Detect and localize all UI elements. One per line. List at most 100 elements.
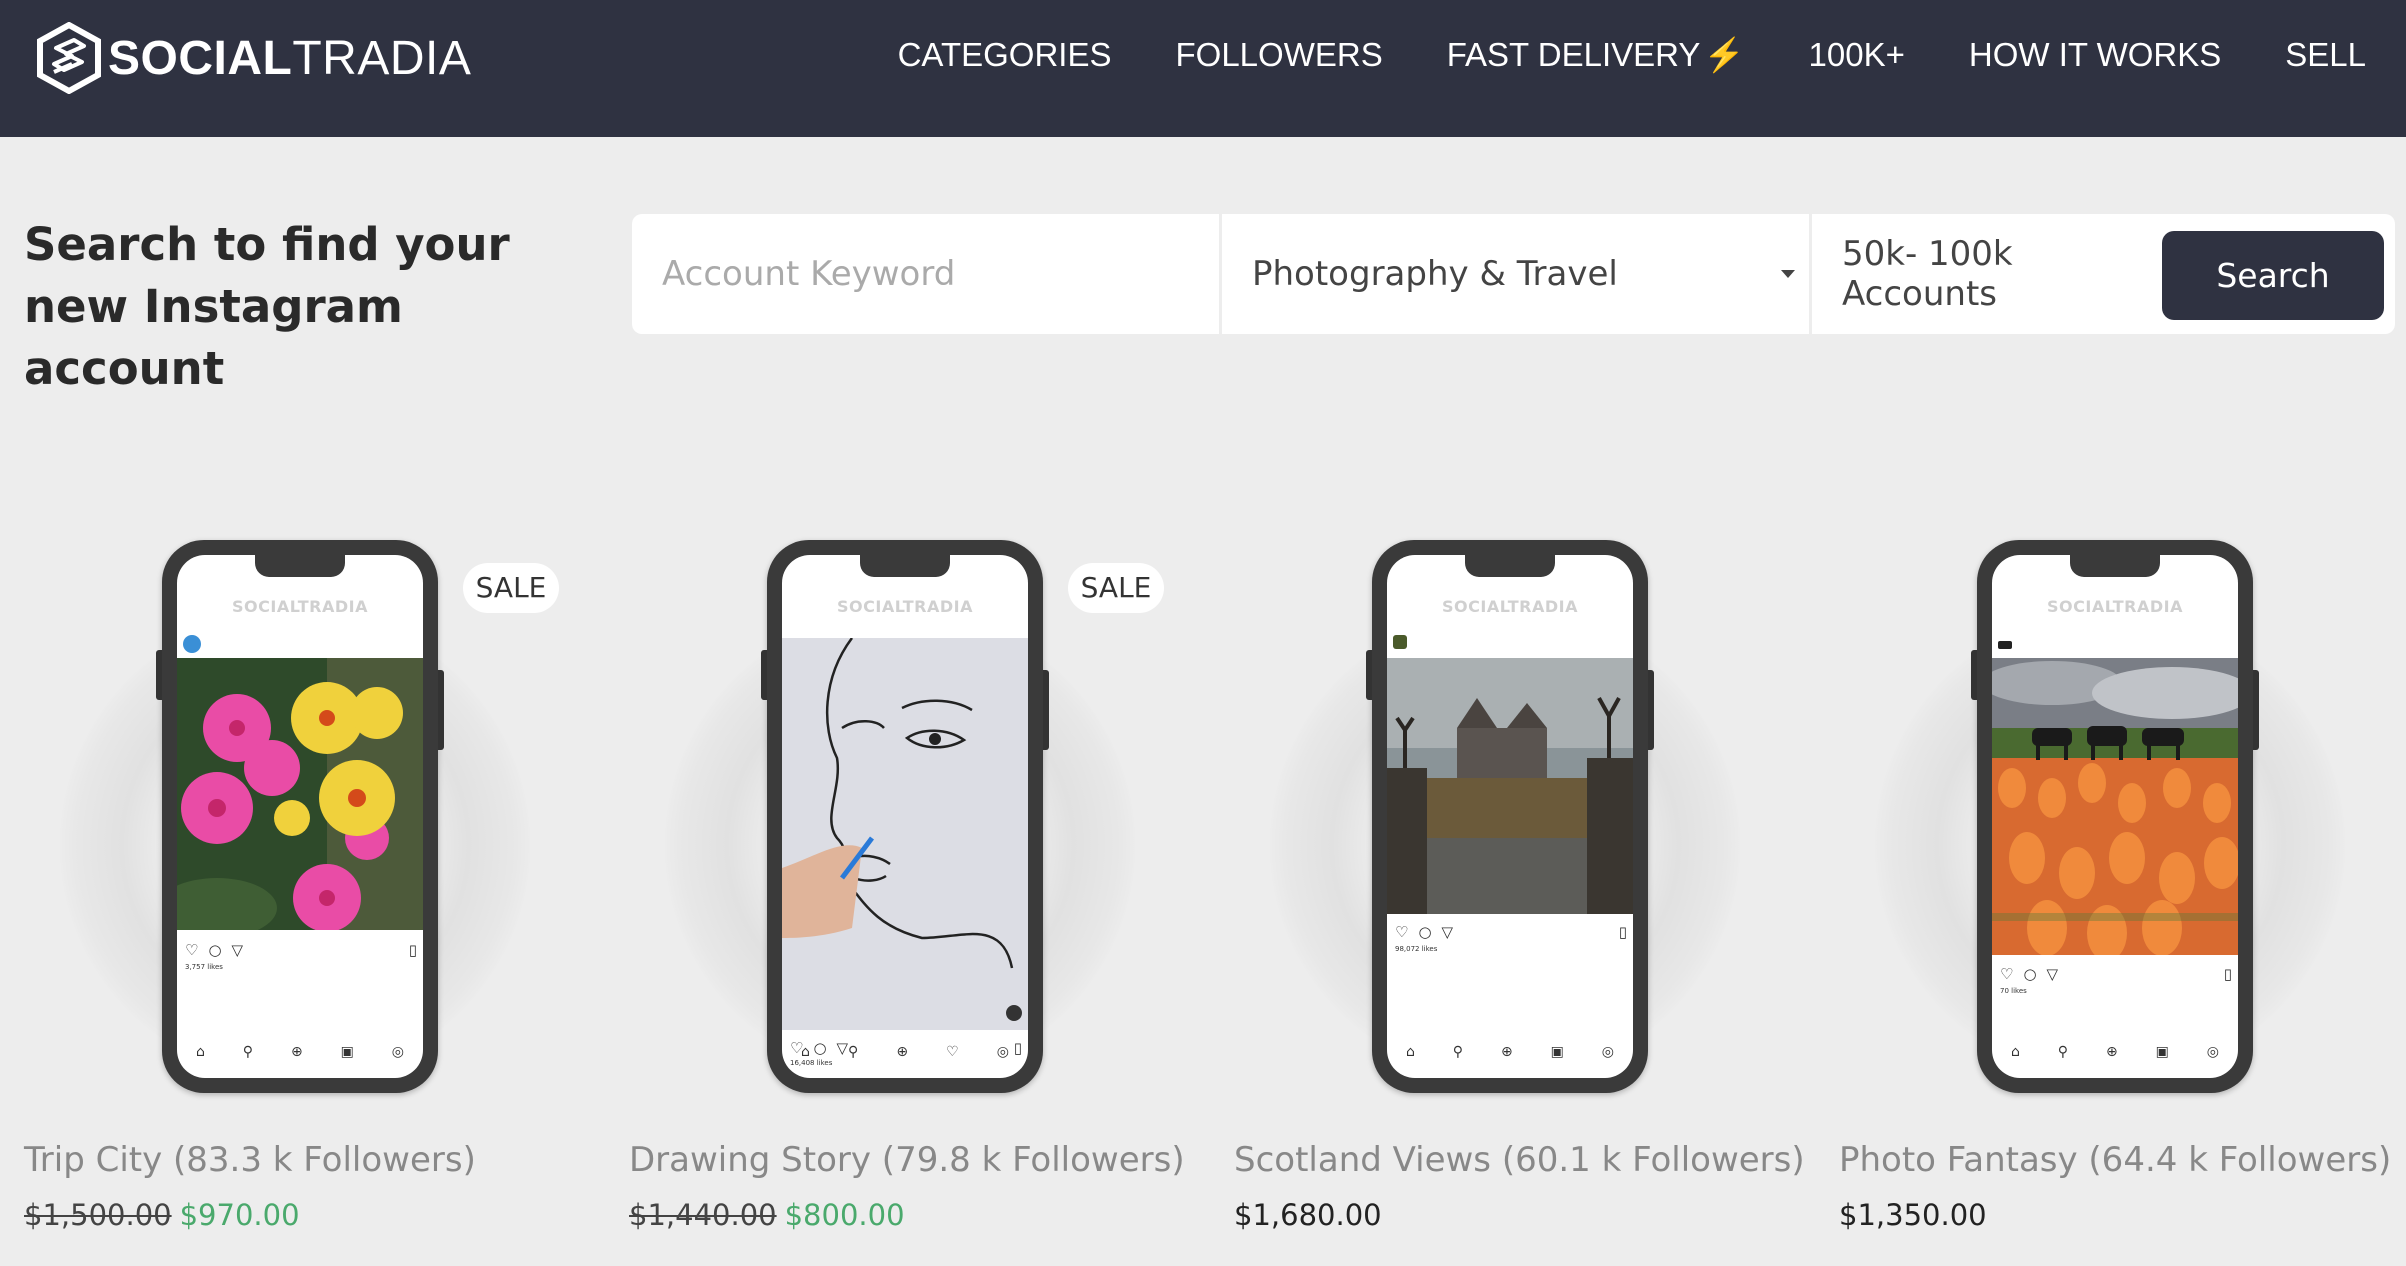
category-select[interactable]: Photography & Travel [1222, 214, 1812, 334]
heart-icon: ♡ [2000, 965, 2014, 983]
account-size-select[interactable]: 50k- 100k Accounts [1812, 214, 2172, 334]
nav-followers[interactable]: FOLLOWERS [1176, 36, 1383, 74]
phone-mockup: SOCIALTRADIA ♡ ○ ▽ ▯ 3,757 likes ⌂ ⚲ ⊕ ▣ ◎ [156, 540, 444, 1093]
add-icon: ⊕ [290, 1044, 303, 1060]
bookmark-icon: ▯ [2223, 965, 2232, 983]
post-likes: 98,072 likes [1395, 945, 1438, 953]
comment-icon: ○ [2023, 965, 2037, 983]
bookmark-icon: ▯ [1618, 923, 1627, 941]
original-price: $1,440.00 [629, 1198, 777, 1232]
product-price: $1,680.00 [1234, 1198, 1382, 1232]
post-photo-drawing [782, 638, 1028, 1030]
screen-brand-watermark: SOCIALTRADIA [837, 597, 973, 616]
product-title[interactable]: Trip City (83.3 k Followers) [24, 1140, 584, 1180]
price: $1,350.00 [1839, 1198, 1987, 1232]
send-icon: ▽ [231, 941, 244, 959]
product-price: $1,440.00 $800.00 [629, 1198, 905, 1232]
send-icon: ▽ [2046, 965, 2059, 983]
search-button[interactable]: Search [2162, 231, 2384, 320]
post-likes: 3,757 likes [185, 963, 223, 971]
product-card[interactable]: SOCIALTRADIA ♡ ○ ▽ ▯ 3,757 likes ⌂ ⚲ ⊕ ▣ ◎ [0, 500, 560, 1266]
product-price: $1,500.00 $970.00 [24, 1198, 300, 1232]
account-keyword-input[interactable] [662, 254, 1219, 294]
product-card[interactable]: SOCIALTRADIA ♡ ○ ▽ ▯ 98,072 likes ⌂ ⚲ ⊕ … [1210, 500, 1805, 1266]
product-image[interactable]: SOCIALTRADIA [1855, 520, 2375, 1110]
reels-icon: ▣ [1550, 1044, 1564, 1060]
phone-screen: SOCIALTRADIA ♡ ○ ▽ ▯ 3,757 likes ⌂ ⚲ ⊕ ▣ ◎ [177, 555, 423, 1078]
bookmark-icon: ▯ [408, 941, 417, 959]
profile-icon: ◎ [391, 1044, 404, 1060]
phone-mockup: SOCIALTRADIA [761, 540, 1049, 1093]
search-icon: ⚲ [847, 1044, 859, 1060]
phone-screen: SOCIALTRADIA [1992, 555, 2238, 1078]
search-heading: Search to find your new Instagram accoun… [24, 218, 510, 395]
post-action-icons: ♡ ○ ▽ ▯ [1395, 923, 1627, 943]
comment-icon: ○ [1418, 923, 1432, 941]
phone-notch [1465, 555, 1555, 577]
product-price: $1,350.00 [1839, 1198, 1987, 1232]
screen-brand-watermark: SOCIALTRADIA [232, 597, 368, 616]
home-icon: ⌂ [801, 1044, 810, 1060]
nav-100k[interactable]: 100K+ [1809, 36, 1905, 74]
home-icon: ⌂ [2010, 1044, 2020, 1060]
phone-tabbar: ⌂ ⚲ ⊕ ▣ ◎ [1387, 1044, 1633, 1066]
top-navbar: SOCIALTRADIA CATEGORIES FOLLOWERS FAST D… [0, 0, 2406, 137]
product-title[interactable]: Photo Fantasy (64.4 k Followers) [1839, 1140, 2399, 1180]
phone-mockup: SOCIALTRADIA [1971, 540, 2259, 1093]
home-icon: ⌂ [1405, 1044, 1415, 1060]
site-logo[interactable]: SOCIALTRADIA [36, 22, 471, 94]
add-icon: ⊕ [896, 1044, 909, 1060]
account-size-value: 50k- 100k Accounts [1842, 234, 2013, 314]
main-nav: CATEGORIES FOLLOWERS FAST DELIVERY⚡ 100K… [834, 0, 2366, 110]
post-photo-flowers [177, 658, 423, 930]
price: $1,680.00 [1234, 1198, 1382, 1232]
profile-icon: ◎ [1601, 1044, 1614, 1060]
product-card[interactable]: SOCIALTRADIA [1815, 500, 2391, 1266]
profile-avatar [1998, 641, 2012, 649]
phone-tabbar: ⌂ ⚲ ⊕ ▣ ◎ [177, 1044, 423, 1066]
search-icon: ⚲ [242, 1044, 254, 1060]
product-card[interactable]: SOCIALTRADIA [605, 500, 1185, 1266]
profile-avatar [1393, 635, 1407, 649]
logo-text: SOCIALTRADIA [108, 31, 472, 85]
product-title[interactable]: Drawing Story (79.8 k Followers) [629, 1140, 1189, 1180]
add-icon: ⊕ [1500, 1044, 1513, 1060]
post-action-icons: ♡ ○ ▽ ▯ [2000, 965, 2232, 985]
lightning-icon: ⚡ [1703, 35, 1745, 73]
add-icon: ⊕ [2105, 1044, 2118, 1060]
heart-icon: ♡ [1395, 923, 1409, 941]
logo-icon [37, 22, 101, 94]
search-icon: ⚲ [1452, 1044, 1464, 1060]
phone-notch [2070, 555, 2160, 577]
post-photo-castle [1387, 658, 1633, 914]
phone-screen: SOCIALTRADIA [782, 555, 1028, 1078]
comment-icon: ○ [208, 941, 222, 959]
phone-tabbar: ⌂ ⚲ ⊕ ▣ ◎ [1992, 1044, 2238, 1066]
profile-avatar [183, 635, 201, 653]
phone-screen: SOCIALTRADIA ♡ ○ ▽ ▯ 98,072 likes ⌂ ⚲ ⊕ … [1387, 555, 1633, 1078]
nav-fast-delivery[interactable]: FAST DELIVERY⚡ [1447, 36, 1745, 75]
search-icon: ⚲ [2057, 1044, 2069, 1060]
category-select-value: Photography & Travel [1252, 254, 1618, 294]
phone-tabbar: ⌂ ⚲ ⊕ ♡ ◎ [782, 1044, 1028, 1066]
profile-icon: ◎ [2206, 1044, 2219, 1060]
screen-brand-watermark: SOCIALTRADIA [2047, 597, 2183, 616]
phone-notch [255, 555, 345, 577]
heart-icon: ♡ [185, 941, 199, 959]
nav-categories[interactable]: CATEGORIES [898, 36, 1112, 74]
product-image[interactable]: SOCIALTRADIA ♡ ○ ▽ ▯ 3,757 likes ⌂ ⚲ ⊕ ▣ ◎ [40, 520, 560, 1110]
reels-icon: ▣ [2155, 1044, 2169, 1060]
nav-how-it-works[interactable]: HOW IT WORKS [1969, 36, 2221, 74]
product-image[interactable]: SOCIALTRADIA [645, 520, 1165, 1110]
keyword-field [632, 214, 1222, 334]
product-title[interactable]: Scotland Views (60.1 k Followers) [1234, 1140, 1805, 1180]
nav-sell[interactable]: SELL [2285, 36, 2366, 74]
product-image[interactable]: SOCIALTRADIA ♡ ○ ▽ ▯ 98,072 likes ⌂ ⚲ ⊕ … [1250, 520, 1770, 1110]
dropdown-caret-icon [1781, 270, 1795, 278]
post-photo-tulips [1992, 658, 2238, 955]
send-icon: ▽ [1441, 923, 1454, 941]
original-price: $1,500.00 [24, 1198, 172, 1232]
sale-price: $800.00 [784, 1198, 905, 1232]
reels-icon: ▣ [340, 1044, 354, 1060]
phone-notch [860, 555, 950, 577]
